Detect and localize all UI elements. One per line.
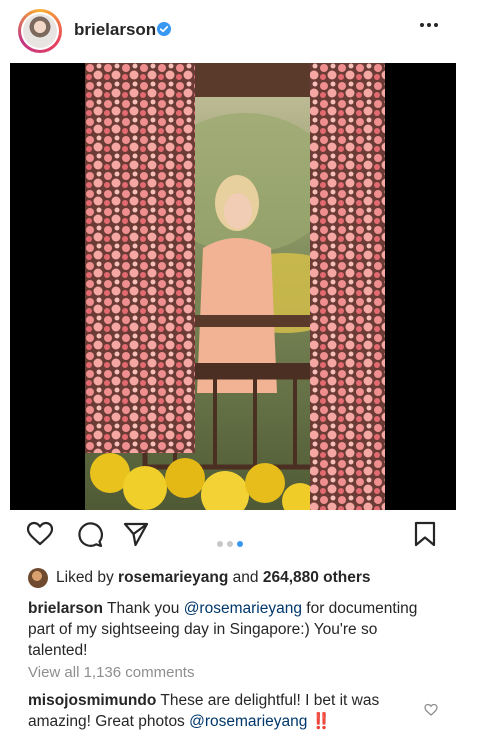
comment-like-heart-icon[interactable] <box>424 703 438 717</box>
heart-icon[interactable] <box>26 520 54 548</box>
more-options-icon[interactable] <box>418 14 440 36</box>
caption-username[interactable]: brielarson <box>28 600 103 617</box>
verified-badge-icon <box>157 22 171 36</box>
comment-icon[interactable] <box>76 520 104 548</box>
likes-count[interactable]: 264,880 others <box>263 569 371 586</box>
liker-username[interactable]: rosemarieyang <box>118 569 228 586</box>
carousel-dot <box>227 541 233 547</box>
comment-mention[interactable]: @rosemarieyang <box>189 713 307 730</box>
avatar-photo <box>23 14 57 48</box>
avatar[interactable] <box>18 9 62 53</box>
carousel-indicator <box>217 534 247 552</box>
post-photo <box>85 63 385 510</box>
comment-emoji: ‼️ <box>311 713 332 730</box>
caption-text-before: Thank you <box>106 600 180 617</box>
comment-item: misojosmimundo These are delightful! I b… <box>28 690 408 732</box>
send-icon[interactable] <box>122 520 150 548</box>
likes-prefix: Liked by <box>56 569 114 586</box>
caption-mention[interactable]: @rosemarieyang <box>184 600 302 617</box>
liker-avatar[interactable] <box>28 568 48 588</box>
post-username[interactable]: brielarson <box>74 20 156 40</box>
post-actions <box>0 520 486 558</box>
likes-joiner: and <box>232 569 259 586</box>
carousel-dot-active <box>237 541 243 547</box>
post-header: brielarson <box>0 0 486 62</box>
view-all-comments-link[interactable]: View all 1,136 comments <box>28 664 194 681</box>
likes-text: Liked by rosemarieyang and 264,880 other… <box>56 569 371 587</box>
comment-username[interactable]: misojosmimundo <box>28 692 156 709</box>
carousel-dot <box>217 541 223 547</box>
post-caption: brielarson Thank you @rosemarieyang for … <box>28 598 438 661</box>
bookmark-icon[interactable] <box>412 520 438 548</box>
post-image[interactable] <box>10 63 456 510</box>
avatar-border <box>21 12 59 50</box>
